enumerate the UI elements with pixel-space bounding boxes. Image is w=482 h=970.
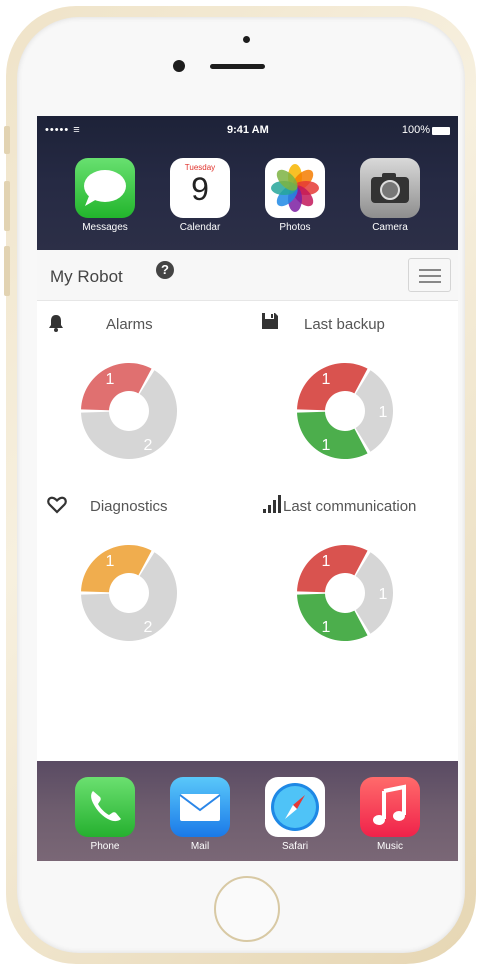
widget-label-diagnostics: Diagnostics bbox=[90, 498, 168, 515]
donut-slice[interactable] bbox=[81, 363, 152, 411]
donut-slice[interactable] bbox=[297, 545, 368, 593]
donut-slice[interactable] bbox=[297, 411, 368, 459]
app-label: Phone bbox=[90, 841, 120, 852]
app-photos[interactable]: Photos bbox=[264, 158, 326, 233]
app-camera[interactable]: Camera bbox=[359, 158, 421, 233]
calendar-icon: Tuesday 9 bbox=[170, 158, 230, 218]
battery-icon bbox=[432, 127, 450, 135]
diagnostics-donut-chart[interactable]: 12 bbox=[74, 538, 184, 648]
widget-label-last-backup: Last backup bbox=[304, 316, 385, 333]
photos-icon bbox=[265, 158, 325, 218]
bell-icon bbox=[49, 315, 63, 332]
app-label: Messages bbox=[82, 222, 128, 233]
safari-icon bbox=[265, 777, 325, 837]
widget-label-alarms: Alarms bbox=[106, 316, 153, 333]
page-title: My Robot bbox=[50, 267, 123, 286]
dock: Phone Mail Safari Music bbox=[37, 761, 458, 861]
last-backup-donut-chart[interactable]: 1 1 1 bbox=[290, 356, 400, 466]
signal-indicator: ••••• ≡ bbox=[45, 124, 81, 136]
app-label: Photos bbox=[279, 222, 311, 233]
mail-icon bbox=[170, 777, 230, 837]
phone-icon bbox=[75, 777, 135, 837]
screen: ••••• ≡ 9:41 AM 100% Messages Tuesday 9 … bbox=[37, 116, 458, 861]
calendar-day-name: Tuesday bbox=[184, 163, 216, 172]
home-button[interactable] bbox=[214, 876, 280, 942]
donut-slice[interactable] bbox=[297, 593, 368, 641]
app-calendar[interactable]: Tuesday 9 Calendar bbox=[169, 158, 231, 233]
donut-slice-label: 1 bbox=[106, 553, 115, 570]
app-label: Mail bbox=[190, 841, 210, 852]
status-time: 9:41 AM bbox=[227, 124, 269, 136]
earpiece-speaker bbox=[210, 64, 265, 69]
donut-slice-label: 2 bbox=[144, 619, 153, 636]
app-label: Calendar bbox=[179, 222, 221, 233]
camera-icon bbox=[360, 158, 420, 218]
menu-line bbox=[419, 275, 441, 277]
mute-switch bbox=[4, 126, 10, 154]
home-screen-top: ••••• ≡ 9:41 AM 100% Messages Tuesday 9 … bbox=[37, 116, 458, 250]
calendar-day-number: 9 bbox=[191, 171, 209, 207]
signal-bars-icon bbox=[263, 495, 281, 513]
status-bar: ••••• ≡ 9:41 AM 100% bbox=[37, 122, 458, 138]
donut-slice-label: 1 bbox=[322, 619, 331, 636]
heart-icon bbox=[47, 496, 67, 514]
menu-line bbox=[419, 269, 441, 271]
help-icon[interactable]: ? bbox=[156, 261, 174, 279]
hamburger-menu-button[interactable] bbox=[408, 258, 451, 292]
app-messages[interactable]: Messages bbox=[74, 158, 136, 233]
battery-percent: 100% bbox=[401, 124, 430, 136]
app-mail[interactable]: Mail bbox=[169, 777, 231, 852]
app-phone[interactable]: Phone bbox=[74, 777, 136, 852]
music-icon bbox=[360, 777, 420, 837]
donut-slice-label: 1 bbox=[322, 437, 331, 454]
donut-slice-label: 1 bbox=[379, 586, 388, 603]
app-label: Safari bbox=[281, 841, 309, 852]
app-music[interactable]: Music bbox=[359, 777, 421, 852]
floppy-icon bbox=[262, 313, 278, 329]
app-label: Music bbox=[376, 841, 404, 852]
app-header: My Robot ? bbox=[37, 250, 458, 301]
last-communication-donut-chart[interactable]: 1 1 1 bbox=[290, 538, 400, 648]
donut-slice[interactable] bbox=[81, 545, 152, 593]
front-camera-icon bbox=[173, 60, 185, 72]
donut-slice-label: 2 bbox=[144, 437, 153, 454]
messages-icon bbox=[75, 158, 135, 218]
volume-down-button bbox=[4, 246, 10, 296]
widget-label-last-communication: Last communication bbox=[283, 498, 417, 515]
donut-slice-label: 1 bbox=[322, 553, 331, 570]
donut-slice[interactable] bbox=[297, 363, 368, 411]
volume-up-button bbox=[4, 181, 10, 231]
alarms-donut-chart[interactable]: 12 bbox=[74, 356, 184, 466]
donut-slice-label: 1 bbox=[322, 371, 331, 388]
donut-slice-label: 1 bbox=[379, 404, 388, 421]
donut-slice-label: 1 bbox=[106, 371, 115, 388]
app-label: Camera bbox=[372, 222, 408, 233]
menu-line bbox=[419, 281, 441, 283]
proximity-sensor bbox=[243, 36, 250, 43]
app-safari[interactable]: Safari bbox=[264, 777, 326, 852]
